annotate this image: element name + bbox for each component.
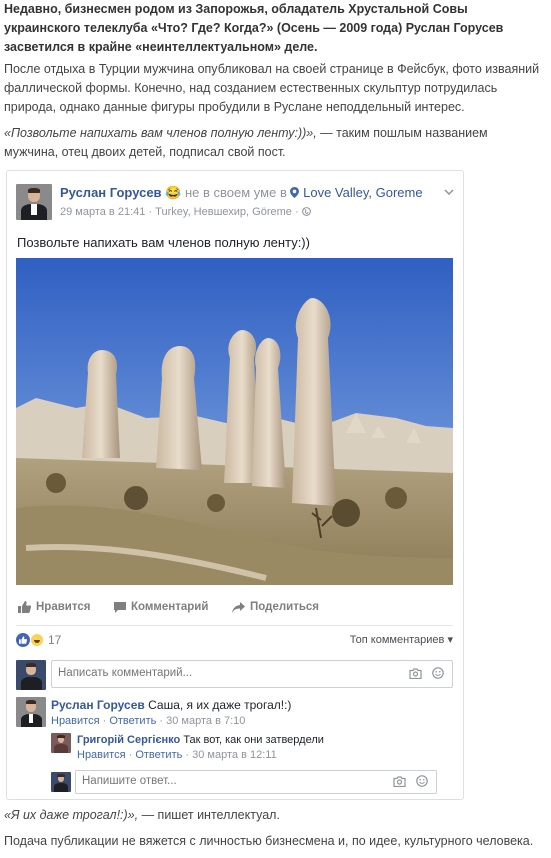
reply-author[interactable]: Григорій Сергієнко [77,734,180,746]
comment-reply-link[interactable]: Ответить [109,715,156,727]
avatar[interactable] [16,184,52,220]
comment-label: Комментарий [131,601,209,613]
viewer-avatar [16,660,46,690]
share-button[interactable]: Поделиться [232,601,319,613]
comment-avatar[interactable] [16,697,46,727]
pin-icon [290,185,303,200]
post-meta: 29 марта в 21:41 · Turkey, Невшехир, Gör… [60,206,311,218]
comment-button[interactable]: Комментарий [114,601,208,613]
sort-label: Топ комментариев [349,634,445,646]
post-place[interactable]: Turkey, Невшехир, Göreme [155,206,292,218]
comment-time[interactable]: 30 марта в 7:10 [166,715,245,727]
quote-comment: «Я их даже трогал!:)», [4,808,139,822]
article-paragraph-1: После отдыха в Турции мужчина опубликова… [4,62,540,114]
top-comments-dropdown[interactable]: Топ комментариев ▾ [350,633,453,646]
viewer-reply-avatar [51,772,71,792]
post-actions: Нравится Комментарий Поделиться [16,598,453,620]
post-location[interactable]: Love Valley, Goreme [303,185,422,200]
post-photo[interactable] [16,258,453,585]
comment-item: Руслан Горусев Саша, я их даже трогал!:)… [51,698,292,727]
camera-icon[interactable] [393,775,406,790]
article-paragraph-2: «Позвольте напихать вам членов полную ле… [4,124,544,162]
post-header: Руслан Горусев 😂 не в своем уме в Love V… [16,184,456,224]
post-text: Позвольте напихать вам членов полную лен… [17,235,310,250]
share-icon [232,601,245,613]
comment-author[interactable]: Руслан Горусев [51,698,145,712]
chevron-down-icon[interactable] [444,184,454,198]
comment-icon [114,601,126,613]
facebook-post-card: Руслан Горусев 😂 не в своем уме в Love V… [6,170,464,800]
reply-time[interactable]: 30 марта в 12:11 [192,749,277,761]
like-button[interactable]: Нравится [18,601,90,613]
caret-down-icon: ▾ [447,634,453,646]
quote-post-title: «Позвольте напихать вам членов полную ле… [4,126,317,140]
reply-input[interactable] [82,775,334,787]
comment-like-link[interactable]: Нравится [51,715,100,727]
post-mood: не в своем уме в [185,185,287,200]
reply-like-link[interactable]: Нравится [77,749,126,761]
globe-icon [301,206,311,218]
post-author-line: Руслан Горусев 😂 не в своем уме в Love V… [60,185,423,201]
reactions-summary[interactable]: 17 [16,630,61,650]
reply-text: Так вот, как они затвердели [183,734,324,746]
reply-item: Григорій Сергієнко Так вот, как они затв… [77,734,324,761]
thumbs-up-icon [18,601,31,613]
haha-reaction-icon [30,633,44,647]
article-paragraph-3: «Я их даже трогал!:)», — пишет интеллект… [4,806,544,825]
emoji-icon[interactable] [416,775,428,790]
mood-emoji-icon: 😂 [165,185,182,200]
reply-field[interactable] [75,770,437,794]
comment-text: Саша, я их даже трогал!:) [148,698,292,712]
like-reaction-icon [16,633,30,647]
quote-comment-rest: — пишет интеллектуал. [138,808,280,822]
share-label: Поделиться [250,601,320,613]
emoji-icon[interactable] [432,667,444,682]
camera-icon[interactable] [409,667,422,682]
reply-avatar[interactable] [51,733,71,753]
post-date[interactable]: 29 марта в 21:41 [60,206,145,218]
divider [16,625,453,626]
fairy-chimneys-photo [16,258,453,585]
comment-input[interactable] [58,667,338,679]
like-label: Нравится [36,601,91,613]
reply-reply-link[interactable]: Ответить [135,749,182,761]
article-paragraph-4: Подача публикации не вяжется с личностью… [4,834,534,848]
article-lead: Недавно, бизнесмен родом из Запорожья, о… [4,2,504,54]
post-author-name[interactable]: Руслан Горусев [60,185,162,200]
reaction-count: 17 [48,633,62,647]
comment-field[interactable] [51,660,453,688]
